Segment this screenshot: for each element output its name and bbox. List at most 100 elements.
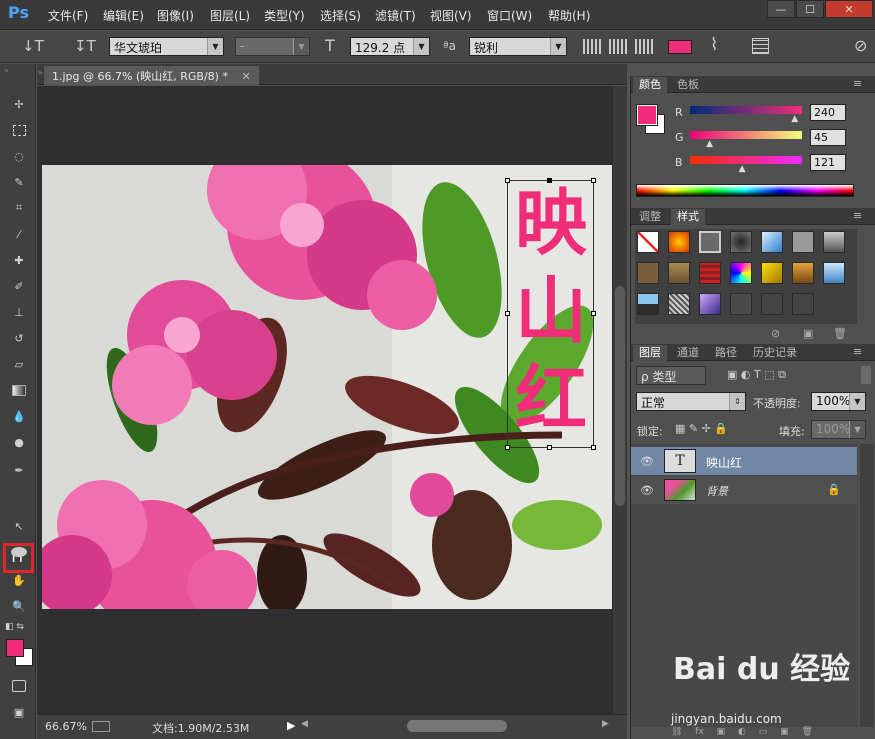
style-swatch[interactable] [699,293,721,315]
menu-type[interactable]: 类型(Y) [264,7,305,24]
panel-menu-icon[interactable]: ≡ [853,209,862,222]
align-right-icon[interactable] [635,39,655,54]
menu-window[interactable]: 窗口(W) [487,7,532,24]
color-spectrum-bar[interactable] [636,184,854,197]
history-brush-tool-icon[interactable]: ↺ [8,328,30,348]
style-swatch[interactable] [730,262,752,284]
channel-b-slider[interactable] [690,156,802,164]
eyedropper-tool-icon[interactable]: ⁄ [8,224,30,244]
channel-g-input[interactable]: 45 [810,129,846,146]
status-preview-icon[interactable] [92,721,110,732]
foreground-color-swatch[interactable] [6,639,24,657]
menu-layer[interactable]: 图层(L) [210,7,250,24]
eye-icon[interactable]: 👁 [640,455,654,468]
text-orientation-icon[interactable]: ↧T [74,37,96,55]
collapse-icon[interactable]: » [4,66,9,75]
channel-r-slider[interactable] [690,106,802,114]
scroll-right-icon[interactable]: ▶ [602,719,609,729]
layer-row-background[interactable]: 👁 背景 🔒 [631,476,857,504]
style-swatch[interactable] [792,231,814,253]
menu-file[interactable]: 文件(F) [48,7,88,24]
document-tab[interactable]: 1.jpg @ 66.7% (映山红, RGB/8) * ✕ [44,66,259,85]
dodge-tool-icon[interactable]: ● [8,432,30,452]
panel-menu-icon[interactable]: ≡ [853,345,862,358]
tab-styles[interactable]: 样式 [671,209,705,225]
ellipse-tool-icon[interactable] [8,542,30,562]
menu-edit[interactable]: 编辑(E) [103,7,144,24]
channel-b-thumb[interactable]: ▲ [739,164,746,174]
font-size-select[interactable]: 129.2 点 ▼ [350,37,430,56]
marquee-tool-icon[interactable] [8,120,30,140]
style-swatch[interactable] [699,262,721,284]
hand-tool-icon[interactable]: ✋ [8,570,30,590]
menu-select[interactable]: 选择(S) [320,7,361,24]
align-center-icon[interactable] [609,39,629,54]
text-color-swatch[interactable] [668,40,692,54]
screen-mode-icon[interactable]: ▣ [8,702,30,722]
lasso-tool-icon[interactable]: ◌ [8,146,30,166]
gradient-tool-icon[interactable] [8,380,30,400]
new-style-icon[interactable]: ▣ [803,327,813,340]
layer-name[interactable]: 背景 [706,483,728,499]
text-tool-preset-icon[interactable]: ↓T [22,37,44,55]
style-swatch[interactable] [637,293,659,315]
eraser-tool-icon[interactable]: ▱ [8,354,30,374]
lock-icons[interactable]: ▦ ✎ ✢ 🔒 [675,422,728,435]
healing-brush-tool-icon[interactable]: ✚ [8,250,30,270]
channel-b-input[interactable]: 121 [810,154,846,171]
tab-adjustments[interactable]: 调整 [633,209,667,225]
style-swatch[interactable] [668,293,690,315]
close-icon[interactable]: ✕ [241,70,250,83]
close-button[interactable]: ✕ [825,0,873,18]
font-family-select[interactable]: 华文琥珀 ▼ [109,37,224,56]
style-swatch[interactable] [668,231,690,253]
blur-tool-icon[interactable]: 💧 [8,406,30,426]
channel-g-slider[interactable] [690,131,802,139]
menu-filter[interactable]: 滤镜(T) [375,7,416,24]
style-swatch[interactable] [761,262,783,284]
style-swatch[interactable] [637,262,659,284]
menu-help[interactable]: 帮助(H) [548,7,590,24]
menu-view[interactable]: 视图(V) [430,7,472,24]
zoom-level[interactable]: 66.67% [45,720,87,733]
zoom-tool-icon[interactable]: 🔍 [8,596,30,616]
quick-mask-icon[interactable] [8,676,30,696]
antialias-select[interactable]: 锐利 ▼ [469,37,567,56]
layer-filter-select[interactable]: ρ 类型 [636,366,706,385]
crop-tool-icon[interactable]: ⌗ [8,198,30,218]
layer-row-text[interactable]: 👁 T 映山红 [631,447,857,475]
cancel-icon[interactable]: ⊘ [854,36,867,55]
fill-input[interactable]: 100% ▼ [811,420,866,439]
style-swatch[interactable] [761,231,783,253]
tab-color[interactable]: 颜色 [633,77,667,93]
clear-style-icon[interactable]: ⊘ [771,327,780,340]
scroll-left-icon[interactable]: ◀ [301,719,308,729]
style-swatch[interactable] [823,262,845,284]
scroll-thumb[interactable] [615,286,625,506]
tab-layers[interactable]: 图层 [633,345,667,361]
align-left-icon[interactable] [583,39,603,54]
style-swatch[interactable] [699,231,721,253]
style-swatch[interactable] [761,293,783,315]
opacity-input[interactable]: 100% ▼ [811,392,866,411]
tab-channels[interactable]: 通道 [671,345,705,361]
menu-image[interactable]: 图像(I) [157,7,194,24]
tab-swatches[interactable]: 色板 [671,77,705,93]
maximize-button[interactable]: ☐ [796,0,824,18]
style-none-swatch[interactable] [637,231,659,253]
eye-icon[interactable]: 👁 [640,484,654,497]
delete-style-icon[interactable]: 🗑 [833,327,847,340]
style-swatch[interactable] [730,293,752,315]
status-menu-icon[interactable]: ▶ [287,719,295,732]
channel-r-thumb[interactable]: ▲ [791,114,798,124]
blend-mode-select[interactable]: 正常 ⇕ [636,392,746,411]
layer-name[interactable]: 映山红 [706,454,742,471]
move-tool-icon[interactable]: ✢ [8,94,30,114]
filter-icons[interactable]: ▣ ◐ T ⬚ ⧉ [727,368,786,382]
color-fg-swatch[interactable] [636,104,658,126]
horizontal-scroll-thumb[interactable] [407,720,507,732]
transform-handle[interactable] [591,445,596,450]
path-select-tool-icon[interactable]: ↖ [8,516,30,536]
pen-tool-icon[interactable]: ✒ [8,460,30,480]
style-swatch[interactable] [792,293,814,315]
